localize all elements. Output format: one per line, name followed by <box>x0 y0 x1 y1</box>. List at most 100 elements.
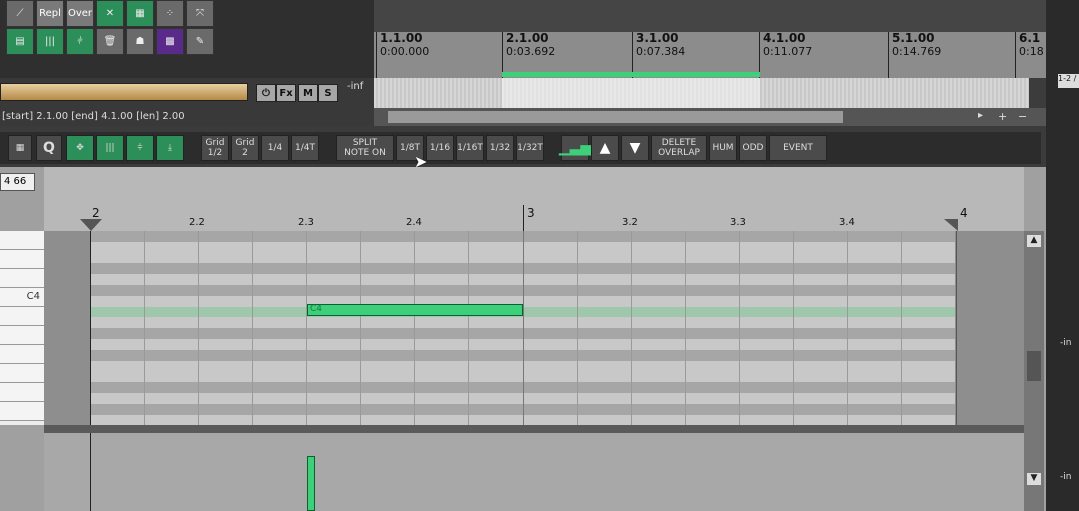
timeline-ruler[interactable]: 1.1.00 0:00.000 2.1.00 0:03.692 3.1.00 0:07… <box>374 32 1046 78</box>
people-icon[interactable]: ☗ <box>126 28 154 55</box>
note-field[interactable]: 4 66 <box>0 173 35 191</box>
grid-line <box>901 231 902 425</box>
q-1-16t-button[interactable]: 1/16T <box>456 135 484 161</box>
piano-key[interactable] <box>0 250 44 269</box>
piano-key[interactable] <box>0 345 44 364</box>
loop-end-icon[interactable] <box>944 219 958 231</box>
feather-icon[interactable]: ✎ <box>186 28 214 55</box>
bar-label: 2.2 <box>189 217 205 228</box>
split-note-on-button[interactable]: SPLIT NOTE ON <box>336 135 394 161</box>
track-volume-bar[interactable] <box>0 83 248 101</box>
piano-roll: 4 66 C4 2 2.2 2.3 2.4 3 3.2 3.3 3.4 4 C4… <box>0 167 1046 511</box>
cc-lane-divider[interactable] <box>44 425 1024 433</box>
piano-key[interactable] <box>0 326 44 345</box>
screen-icon[interactable]: ▤ <box>6 28 34 55</box>
metronome-icon[interactable]: ⟋ <box>6 0 34 27</box>
grid-half-button[interactable]: Grid 1/2 <box>201 135 229 161</box>
piano-grid-icon[interactable]: ▦ <box>8 135 32 161</box>
scroll-right-icon[interactable]: ▸ <box>978 110 992 124</box>
piano-key[interactable] <box>0 307 44 326</box>
bars-icon[interactable]: ||| <box>36 28 64 55</box>
up-arrow-icon[interactable]: ▲ <box>591 135 619 161</box>
zoom-in-icon[interactable]: + <box>998 110 1012 124</box>
volume-readout: -inf <box>347 81 364 92</box>
q-1-4t-button[interactable]: 1/4T <box>291 135 319 161</box>
zoom-out-icon[interactable]: − <box>1018 110 1032 124</box>
trash-icon[interactable]: 🗑 <box>96 28 124 55</box>
odd-button[interactable]: ODD <box>739 135 767 161</box>
scroll-down-icon[interactable]: ▼ <box>1027 473 1041 485</box>
route-label[interactable]: 1-2 / <box>1058 74 1079 88</box>
out-of-item-left <box>44 231 90 425</box>
move-icon[interactable]: ⤧ <box>186 0 214 27</box>
piano-key[interactable] <box>0 383 44 402</box>
bar-label: 2.3 <box>298 217 314 228</box>
piano-key[interactable] <box>0 231 44 250</box>
piano-key[interactable] <box>0 364 44 383</box>
grid-blocks-icon[interactable]: ▦ <box>126 0 154 27</box>
vertical-scrollbar[interactable]: ▲ ▼ <box>1024 231 1044 511</box>
ruler-time: 0:14.769 <box>892 45 942 58</box>
status-text: [start] 2.1.00 [end] 4.1.00 [len] 2.00 <box>2 111 185 122</box>
hum-button[interactable]: HUM <box>709 135 737 161</box>
bar-label: 2.4 <box>406 217 422 228</box>
piano-key-c4[interactable]: C4 <box>0 288 44 307</box>
mute-label: M <box>303 87 313 99</box>
dots-grid-icon[interactable]: ⁘ <box>156 0 184 27</box>
bars-icon[interactable]: ||| <box>96 135 124 161</box>
ruler-top <box>374 0 1046 32</box>
midi-item[interactable] <box>374 78 1029 108</box>
note-grid[interactable] <box>44 231 1024 426</box>
velocity-bars-icon[interactable]: ▁▃▅ <box>559 135 591 161</box>
loop-start-icon[interactable] <box>80 219 102 231</box>
over-button[interactable]: Over <box>66 0 94 27</box>
mute-button[interactable]: M <box>298 84 318 102</box>
down-arrow-icon[interactable]: ▼ <box>621 135 649 161</box>
ruler-bar: 6.1 <box>1019 31 1041 45</box>
q-1-32-button[interactable]: 1/32 <box>486 135 514 161</box>
bar-label: 4 <box>960 206 968 220</box>
grid-line <box>631 231 632 425</box>
event-button[interactable]: EVENT <box>769 135 827 161</box>
bar-label: 3.2 <box>622 217 638 228</box>
download-icon[interactable]: ⤓ <box>156 135 184 161</box>
q-1-4-button[interactable]: 1/4 <box>261 135 289 161</box>
ruler-mark: 1.1.00 0:00.000 <box>376 32 429 78</box>
q-1-32t-button[interactable]: 1/32T <box>516 135 544 161</box>
scroll-up-icon[interactable]: ▲ <box>1027 235 1041 247</box>
piano-keys[interactable]: C4 <box>0 231 44 425</box>
split-icon[interactable]: ⫩ <box>66 28 94 55</box>
velocity-bar[interactable] <box>307 456 315 511</box>
horizontal-scrollbar[interactable]: ▸ + − <box>374 108 1046 126</box>
color-icon[interactable]: ▩ <box>156 28 184 55</box>
grid-line <box>360 231 361 425</box>
power-icon[interactable]: ⏻ <box>256 84 276 102</box>
loop-selection[interactable] <box>502 72 760 77</box>
ruler-time: 0:18 <box>1019 45 1044 58</box>
ruler-bar: 1.1.00 <box>380 31 423 45</box>
ruler-bar: 3.1.00 <box>636 31 679 45</box>
cross-icon[interactable]: ✕ <box>96 0 124 27</box>
time-selection[interactable] <box>502 78 760 108</box>
editor-ruler[interactable]: 2 2.2 2.3 2.4 3 3.2 3.3 3.4 4 <box>44 167 1024 232</box>
repl-button[interactable]: Repl <box>36 0 64 27</box>
grid-line <box>414 231 415 425</box>
midi-note[interactable]: C4 <box>307 304 523 316</box>
piano-key[interactable] <box>0 402 44 421</box>
split-icon[interactable]: ⫩ <box>126 135 154 161</box>
grid-line <box>577 231 578 425</box>
scroll-thumb[interactable] <box>1027 351 1041 381</box>
solo-button[interactable]: S <box>318 84 338 102</box>
quantize-icon[interactable]: Q <box>36 135 62 161</box>
grid-2-button[interactable]: Grid 2 <box>231 135 259 161</box>
piano-key[interactable] <box>0 269 44 288</box>
grid-line <box>306 231 307 425</box>
q-1-16-button[interactable]: 1/16 <box>426 135 454 161</box>
grid-line <box>252 231 253 425</box>
delete-overlap-button[interactable]: DELETE OVERLAP <box>651 135 707 161</box>
velocity-lane[interactable] <box>44 433 1024 511</box>
scroll-thumb[interactable] <box>388 111 843 123</box>
fx-button[interactable]: Fx <box>276 84 296 102</box>
move-notes-icon[interactable]: ✥ <box>66 135 94 161</box>
midi-toolbar: ▦ Q ✥ ||| ⫩ ⤓ Grid 1/2 Grid 2 1/4 1/4T S… <box>0 132 1041 171</box>
